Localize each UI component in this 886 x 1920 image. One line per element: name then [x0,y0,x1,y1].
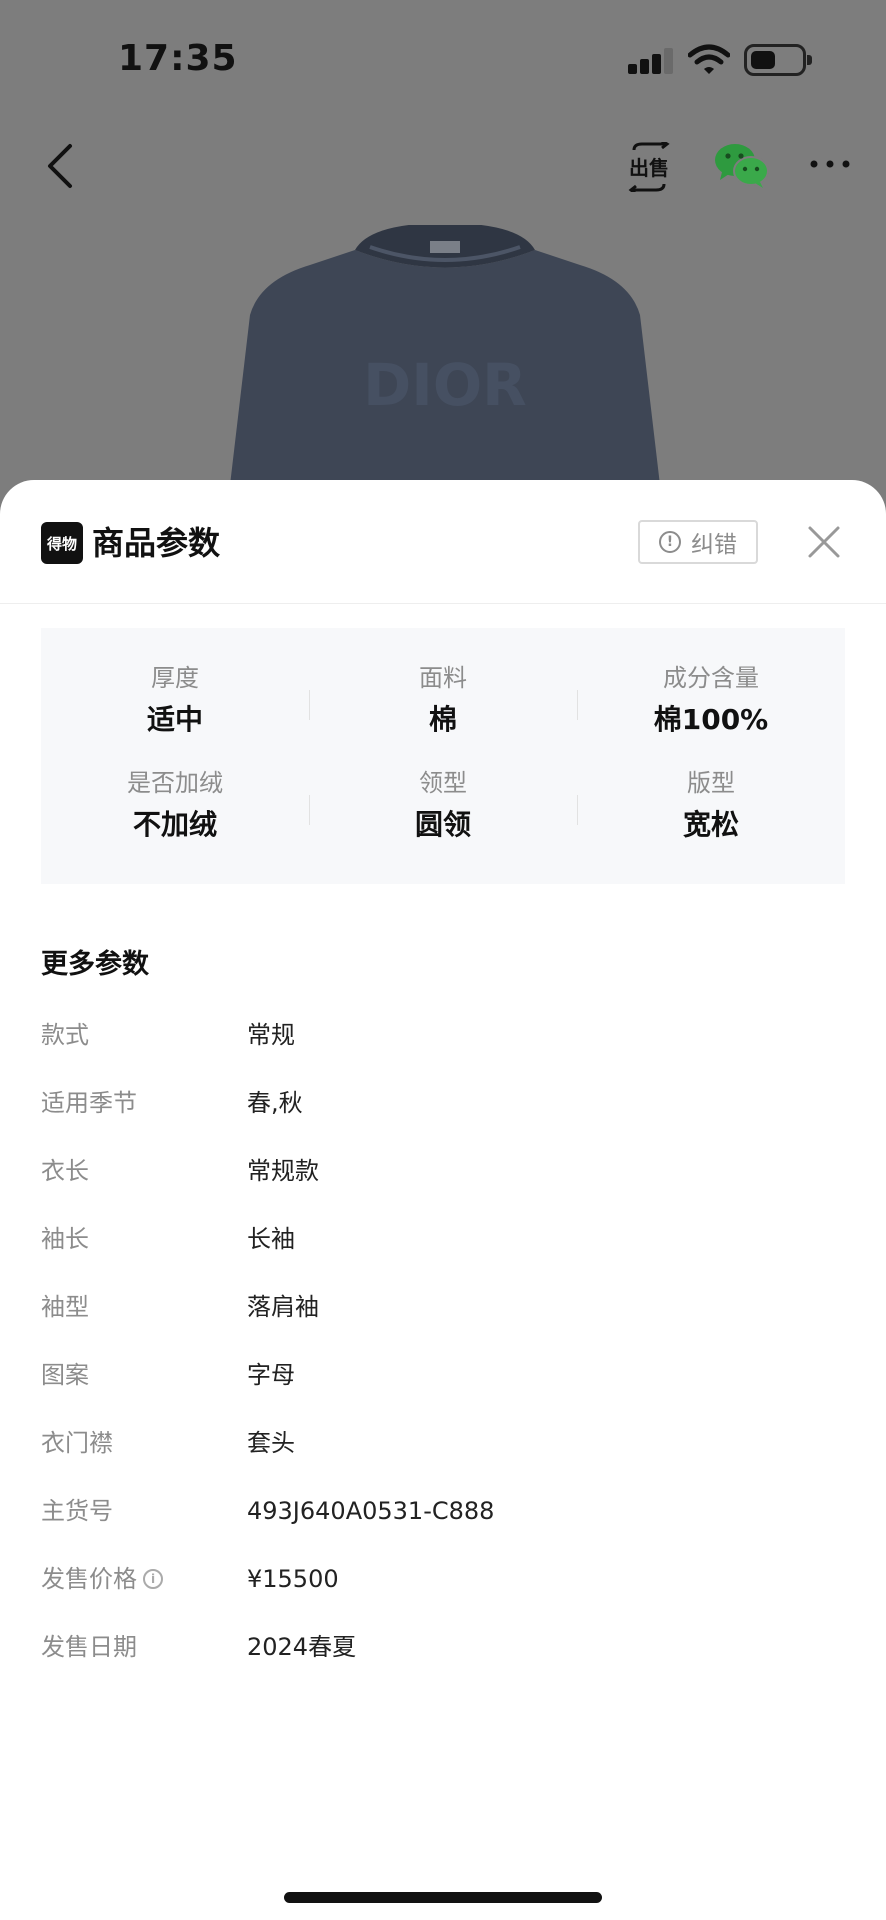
spec-label: 是否加绒 [127,769,223,797]
param-value: 套头 [247,1429,295,1457]
exclamation-circle-icon: ! [659,531,681,553]
param-value: 常规 [247,1021,295,1049]
param-key: 衣门襟 [41,1429,113,1457]
param-value: 493J640A0531-C888 [247,1497,495,1525]
sell-label: 出售 [629,156,669,180]
divider [309,795,310,825]
param-row: 主货号 493J640A0531-C888 [41,1491,841,1531]
param-row: 袖长 长袖 [41,1219,841,1259]
param-value: 2024春夏 [247,1633,357,1661]
param-row: 图案 字母 [41,1355,841,1395]
param-value: 长袖 [247,1225,295,1253]
param-row: 衣长 常规款 [41,1151,841,1191]
product-params-sheet: 得物 商品参数 ! 纠错 厚度 适中 面料 棉 成分含量 棉100% 是否加绒 … [0,480,886,1920]
spec-label: 成分含量 [663,664,759,692]
sheet-header: 得物 商品参数 ! 纠错 [0,480,886,604]
param-row: 袖型 落肩袖 [41,1287,841,1327]
param-row: 衣门襟 套头 [41,1423,841,1463]
spec-grid: 厚度 适中 面料 棉 成分含量 棉100% 是否加绒 不加绒 领型 圆领 版型 … [41,628,845,884]
param-value: 春,秋 [247,1089,303,1117]
spec-value: 适中 [146,703,203,736]
param-key: 适用季节 [41,1089,137,1117]
home-indicator[interactable] [284,1892,602,1903]
sell-button[interactable]: 出售 [626,139,672,196]
spec-label: 面料 [419,664,467,692]
spec-cell-thickness: 厚度 适中 [41,662,309,740]
param-key-with-info: 发售价格 i [41,1559,163,1599]
param-key: 款式 [41,1021,89,1049]
spec-cell-fabric: 面料 棉 [309,662,577,740]
correct-error-label: 纠错 [691,532,737,558]
more-dots-icon[interactable] [808,146,852,182]
divider [309,690,310,720]
param-value: 字母 [247,1361,295,1389]
param-key: 袖型 [41,1293,89,1321]
spec-label: 厚度 [151,664,199,692]
param-key: 袖长 [41,1225,89,1253]
param-key: 衣长 [41,1157,89,1185]
divider [577,690,578,720]
spec-cell-fit: 版型 宽松 [577,767,845,845]
spec-value: 圆领 [414,808,471,841]
param-value: 常规款 [247,1157,319,1185]
info-icon[interactable]: i [143,1569,163,1589]
spec-cell-composition: 成分含量 棉100% [577,662,845,740]
screen: 17:35 出售 DIOR 得物 商品参数 ! 纠错 厚度 适中 面料 棉 成分… [0,0,886,1920]
param-key: 发售日期 [41,1633,137,1661]
param-row: 适用季节 春,秋 [41,1083,841,1123]
wechat-icon[interactable] [714,142,770,188]
param-row: 发售价格 i ¥15500 [41,1559,841,1599]
spec-value: 宽松 [682,808,739,841]
brand-logo: 得物 [41,522,83,564]
param-row: 发售日期 2024春夏 [41,1627,841,1667]
spec-cell-fleece: 是否加绒 不加绒 [41,767,309,845]
param-value: ¥15500 [247,1565,339,1593]
param-value: 落肩袖 [247,1293,319,1321]
sheet-title: 商品参数 [92,524,221,562]
divider [577,795,578,825]
sell-icon: 出售 [628,139,670,196]
param-key: 主货号 [41,1497,113,1525]
product-image: DIOR [230,225,660,485]
spec-cell-collar: 领型 圆领 [309,767,577,845]
close-icon[interactable] [806,524,842,560]
chevron-left-icon[interactable] [40,140,80,192]
spec-label: 版型 [687,769,735,797]
cellular-signal-icon [628,48,674,74]
wifi-icon [688,44,730,74]
status-time: 17:35 [118,38,238,79]
top-nav: 出售 [0,130,886,210]
spec-value: 不加绒 [132,808,217,841]
battery-icon [744,44,812,76]
correct-error-button[interactable]: ! 纠错 [638,520,758,564]
spec-label: 领型 [419,769,467,797]
spec-value: 棉100% [653,703,769,736]
product-print-text: DIOR [363,351,527,419]
param-row: 款式 常规 [41,1015,841,1055]
param-key-label: 发售价格 [41,1565,137,1593]
more-params-title: 更多参数 [41,949,149,980]
param-key: 图案 [41,1361,89,1389]
status-bar: 17:35 [0,0,886,120]
spec-value: 棉 [428,703,457,736]
